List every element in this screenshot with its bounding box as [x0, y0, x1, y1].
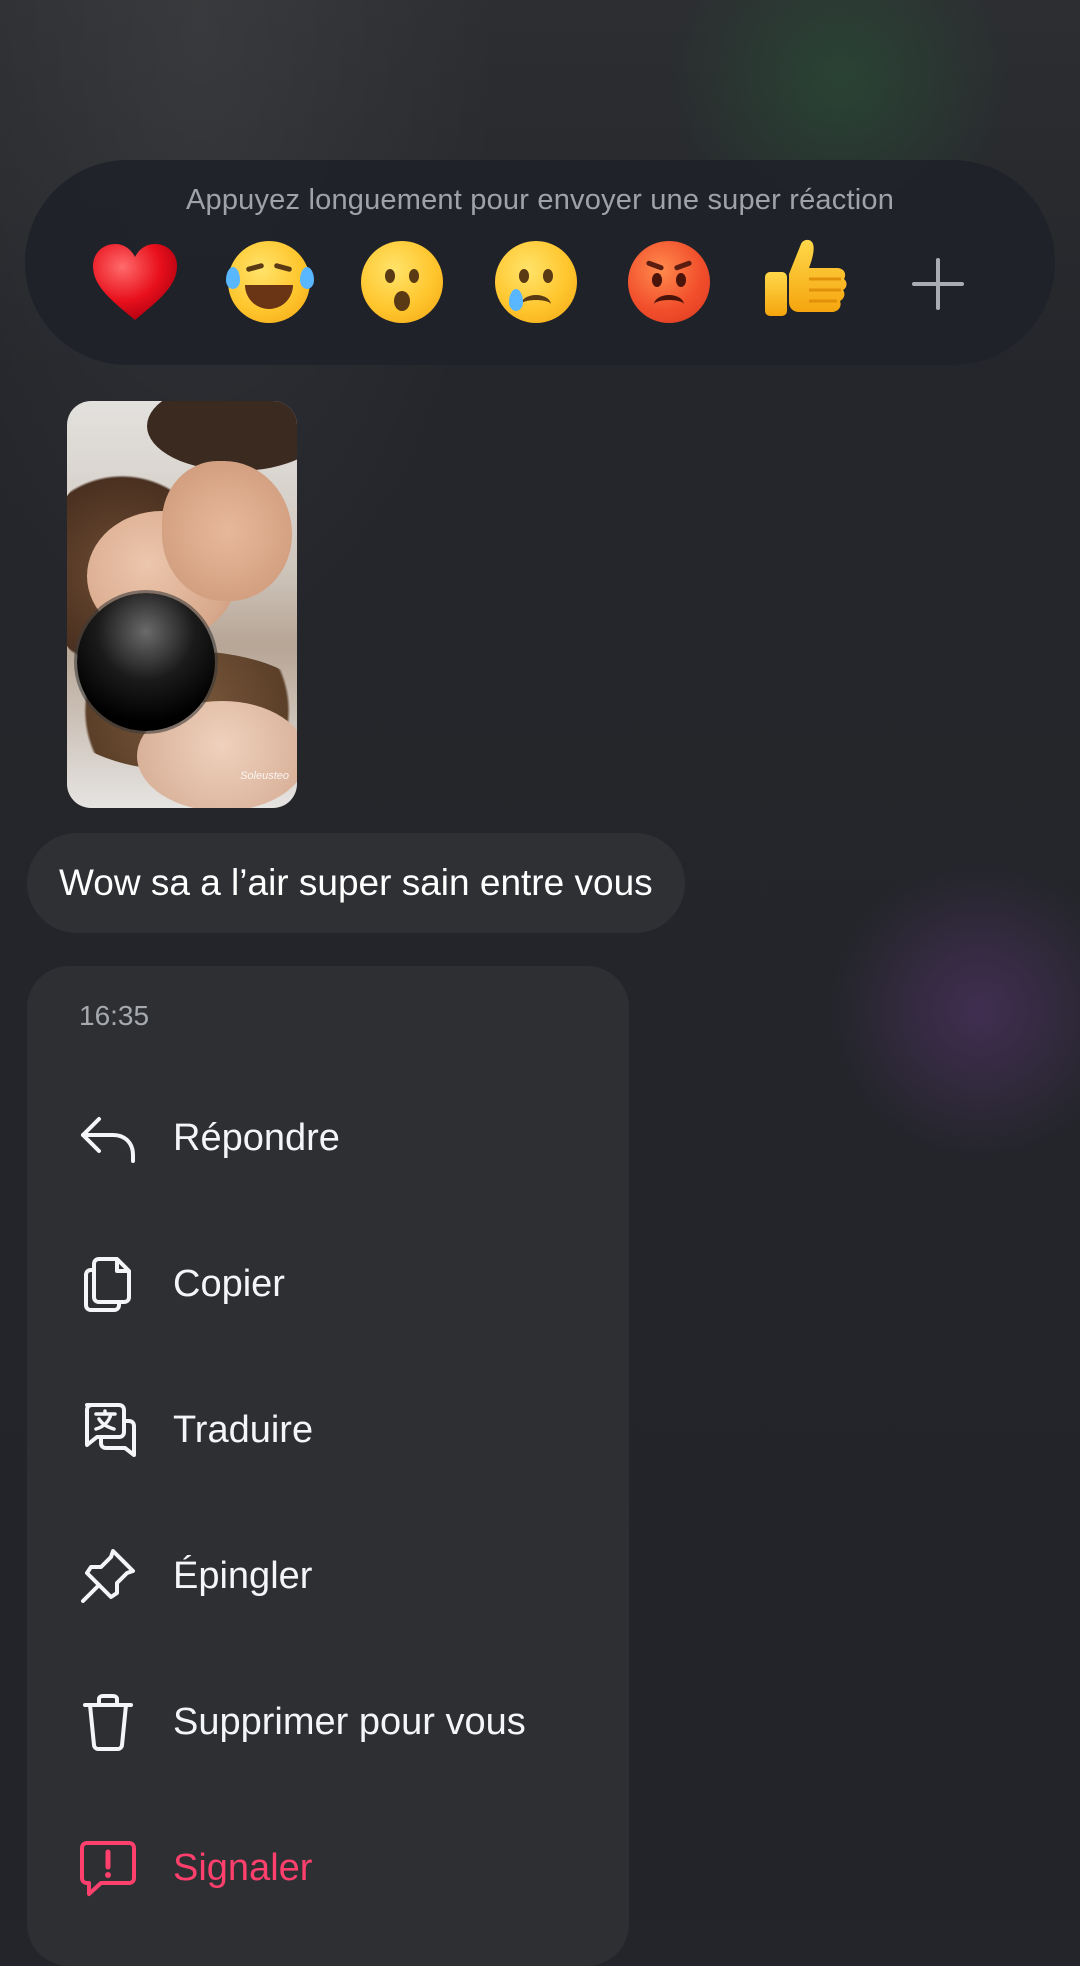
- translate-icon: [77, 1399, 139, 1461]
- trash-icon: [77, 1691, 139, 1753]
- thumbs-up-icon: [765, 239, 847, 316]
- surprised-face-icon: [361, 241, 443, 323]
- crying-reaction[interactable]: [486, 232, 586, 332]
- message-time: 16:35: [79, 1000, 150, 1031]
- copy-menu-item[interactable]: Copier: [27, 1229, 629, 1339]
- copy-label: Copier: [173, 1262, 285, 1305]
- censor-blur: [77, 593, 215, 731]
- laughing-face-icon: [226, 241, 314, 323]
- heart-reaction[interactable]: [85, 232, 185, 332]
- laugh-reaction[interactable]: [219, 232, 319, 332]
- pin-label: Épingler: [173, 1554, 313, 1597]
- surprised-reaction[interactable]: [352, 232, 452, 332]
- translate-menu-item[interactable]: Traduire: [27, 1375, 629, 1485]
- copy-icon: [77, 1253, 139, 1315]
- pin-icon: [77, 1545, 139, 1607]
- translate-label: Traduire: [173, 1408, 314, 1451]
- media-watermark: Soleusteo: [240, 770, 289, 782]
- reply-menu-item[interactable]: Répondre: [27, 1083, 629, 1193]
- report-menu-item[interactable]: Signaler: [27, 1813, 629, 1923]
- angry-reaction[interactable]: [619, 232, 719, 332]
- thumbs-up-reaction[interactable]: [754, 232, 854, 332]
- more-reactions-button[interactable]: [908, 254, 968, 314]
- reply-icon: [77, 1107, 139, 1169]
- pin-menu-item[interactable]: Épingler: [27, 1521, 629, 1631]
- message-text: Wow sa a l’air super sain entre vous: [59, 862, 653, 903]
- message-bubble[interactable]: Wow sa a l’air super sain entre vous: [27, 833, 685, 933]
- delete-menu-item[interactable]: Supprimer pour vous: [27, 1667, 629, 1777]
- report-label: Signaler: [173, 1846, 313, 1889]
- reaction-hint: Appuyez longuement pour envoyer une supe…: [185, 184, 895, 216]
- delete-label: Supprimer pour vous: [173, 1700, 526, 1743]
- angry-face-icon: [628, 241, 710, 323]
- reply-label: Répondre: [173, 1116, 340, 1159]
- media-message[interactable]: Soleusteo: [67, 401, 297, 808]
- report-icon: [77, 1837, 139, 1899]
- heart-icon: [93, 244, 177, 320]
- crying-face-icon: [495, 241, 577, 323]
- plus-icon: [912, 258, 964, 310]
